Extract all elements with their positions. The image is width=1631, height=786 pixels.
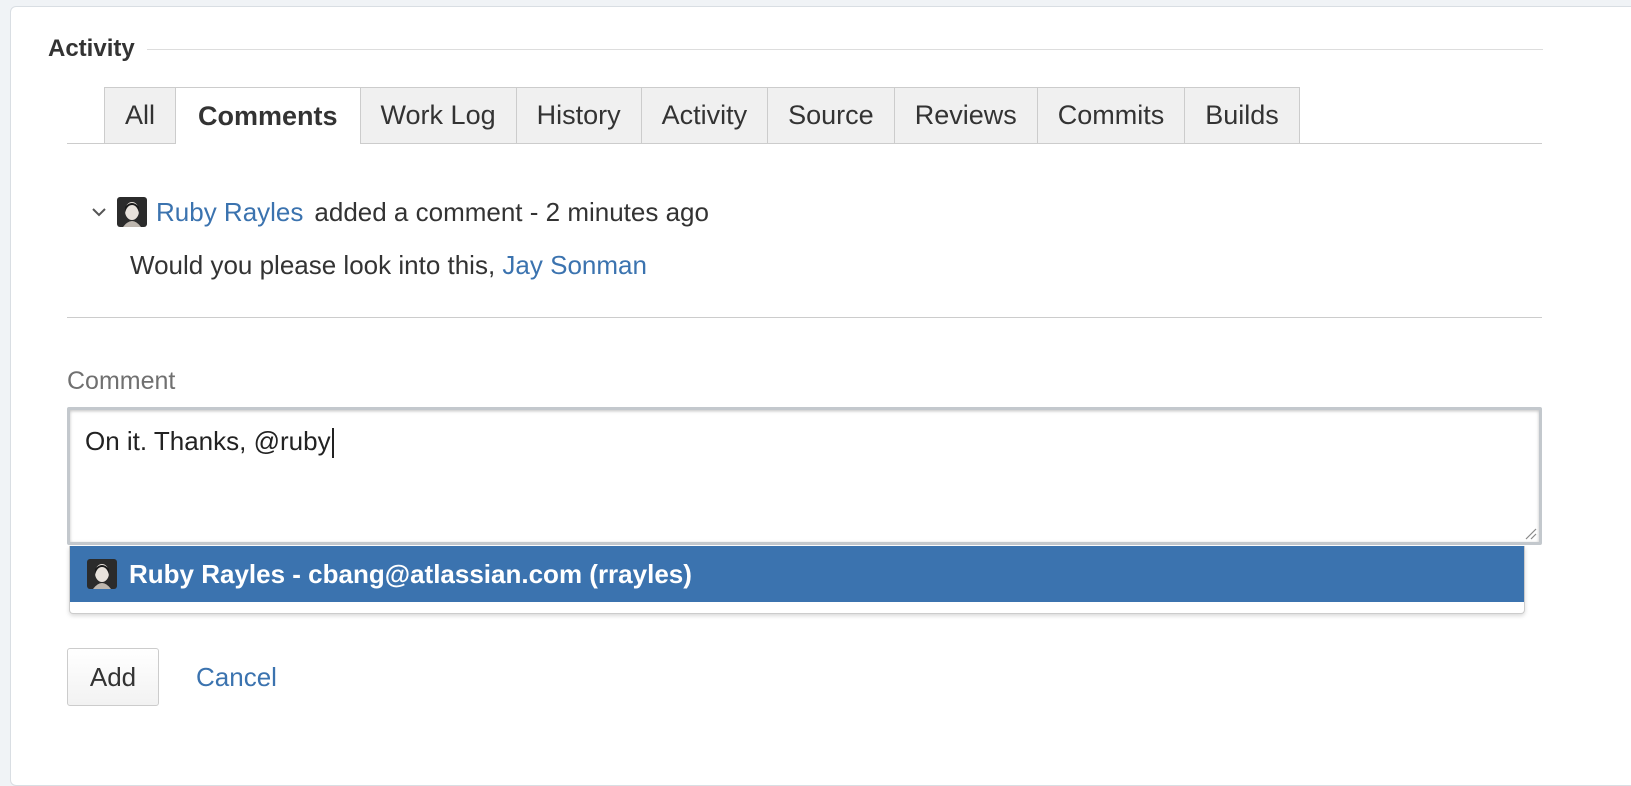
- cancel-link[interactable]: Cancel: [196, 662, 277, 693]
- text-caret: [331, 428, 334, 459]
- tab-builds[interactable]: Builds: [1185, 87, 1300, 143]
- suggestion-match-text: Ruby: [129, 558, 194, 589]
- tab-history[interactable]: History: [516, 87, 642, 143]
- tab-source[interactable]: Source: [768, 87, 895, 143]
- comment-author-link[interactable]: Ruby Rayles: [156, 197, 303, 228]
- module-header-divider: [146, 48, 1543, 50]
- user-avatar-icon: [117, 197, 147, 227]
- comment-field-label: Comment: [67, 367, 176, 395]
- resize-grip-icon[interactable]: [1523, 526, 1537, 540]
- tab-all[interactable]: All: [104, 87, 177, 143]
- comment-body: Would you please look into this, Jay Son…: [130, 250, 647, 281]
- comment-input-value: On it. Thanks, @ruby: [85, 426, 331, 456]
- activity-tabs: All Comments Work Log History Activity S…: [67, 87, 1542, 144]
- tab-comments[interactable]: Comments: [176, 87, 361, 144]
- comment-header: Ruby Rayles added a comment - 2 minutes …: [91, 194, 709, 230]
- comment-body-text: Would you please look into this,: [130, 250, 496, 280]
- comment-textarea[interactable]: On it. Thanks, @ruby: [67, 407, 1542, 545]
- tab-commits[interactable]: Commits: [1037, 87, 1186, 143]
- suggestion-details-text: Rayles - cbang@atlassian.com (rrayles): [194, 558, 692, 589]
- activity-module-title: Activity: [48, 35, 135, 62]
- mention-link[interactable]: Jay Sonman: [502, 250, 647, 280]
- mention-suggestion-item[interactable]: Ruby Rayles - cbang@atlassian.com (rrayl…: [70, 546, 1524, 602]
- tab-reviews[interactable]: Reviews: [894, 87, 1038, 143]
- chevron-down-icon[interactable]: [91, 204, 107, 220]
- activity-module-header: Activity: [48, 32, 1543, 66]
- user-avatar-icon: [87, 559, 117, 589]
- mention-suggestions-dropdown: Ruby Rayles - cbang@atlassian.com (rrayl…: [69, 546, 1525, 614]
- tab-activity[interactable]: Activity: [641, 87, 769, 143]
- comment-item: Ruby Rayles added a comment - 2 minutes …: [67, 194, 1542, 318]
- tab-work-log[interactable]: Work Log: [360, 87, 517, 143]
- add-button[interactable]: Add: [67, 648, 159, 706]
- comment-meta: added a comment - 2 minutes ago: [314, 196, 709, 227]
